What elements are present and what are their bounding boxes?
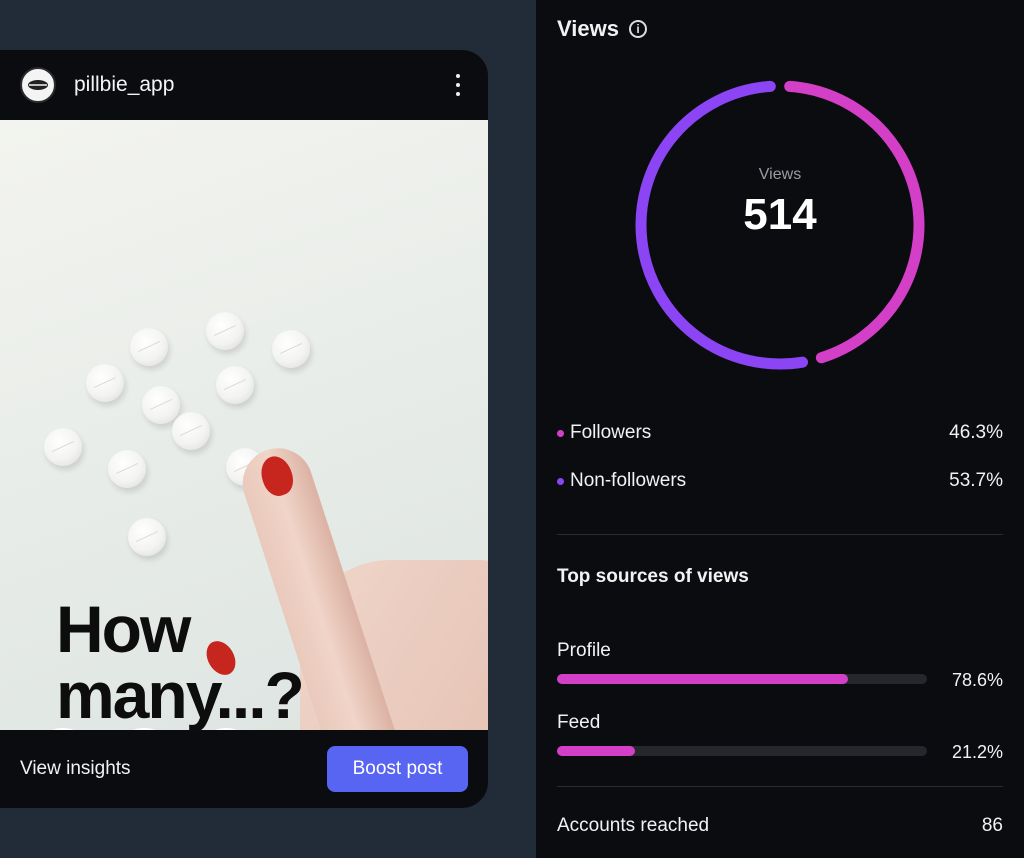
- info-icon[interactable]: i: [628, 20, 647, 38]
- divider: [557, 786, 1003, 787]
- more-options-icon[interactable]: [448, 71, 468, 99]
- source-label-profile: Profile: [557, 640, 611, 661]
- post-footer: View insights Boost post: [0, 730, 488, 808]
- legend-non-followers: Non-followers 53.7%: [557, 470, 1003, 492]
- profile-bar-fill: [557, 674, 848, 684]
- views-heading: Views i: [557, 16, 647, 42]
- top-sources-title: Top sources of views: [557, 566, 749, 587]
- boost-post-button[interactable]: Boost post: [327, 746, 468, 792]
- view-insights-link[interactable]: View insights: [20, 758, 131, 780]
- post-image[interactable]: How many...? ↻ ↻ ↻: [0, 120, 488, 730]
- feed-bar-fill: [557, 746, 636, 756]
- post-overlay-text: How many...?: [56, 592, 305, 730]
- lips-logo-icon: [28, 80, 48, 90]
- profile-bar-track: [557, 674, 927, 684]
- post-header: pillbie_app: [0, 50, 488, 120]
- feed-bar-track: [557, 746, 927, 756]
- donut-center: Views 514: [633, 78, 927, 372]
- source-label-feed: Feed: [557, 712, 601, 733]
- profile-percent: 78.6%: [951, 670, 1003, 690]
- profile-avatar[interactable]: [20, 67, 56, 103]
- post-card: pillbie_app How many...? ↻ ↻ ↻: [0, 50, 488, 808]
- username[interactable]: pillbie_app: [74, 73, 174, 97]
- insights-panel: Views i Views 514 Followers 46.3% Non-fo…: [536, 0, 1024, 858]
- accounts-reached-value: 86: [981, 815, 1003, 836]
- non-followers-dot-icon: [557, 477, 564, 485]
- accounts-reached-label: Accounts reached: [557, 815, 710, 836]
- divider: [557, 534, 1003, 535]
- donut-label: Views: [758, 166, 802, 183]
- feed-percent: 21.2%: [951, 742, 1003, 762]
- followers-dot-icon: [557, 429, 564, 437]
- total-views-value: 514: [743, 190, 817, 239]
- legend-followers: Followers 46.3%: [557, 422, 1003, 444]
- accounts-reached-row[interactable]: Accounts reached 86: [557, 815, 1003, 837]
